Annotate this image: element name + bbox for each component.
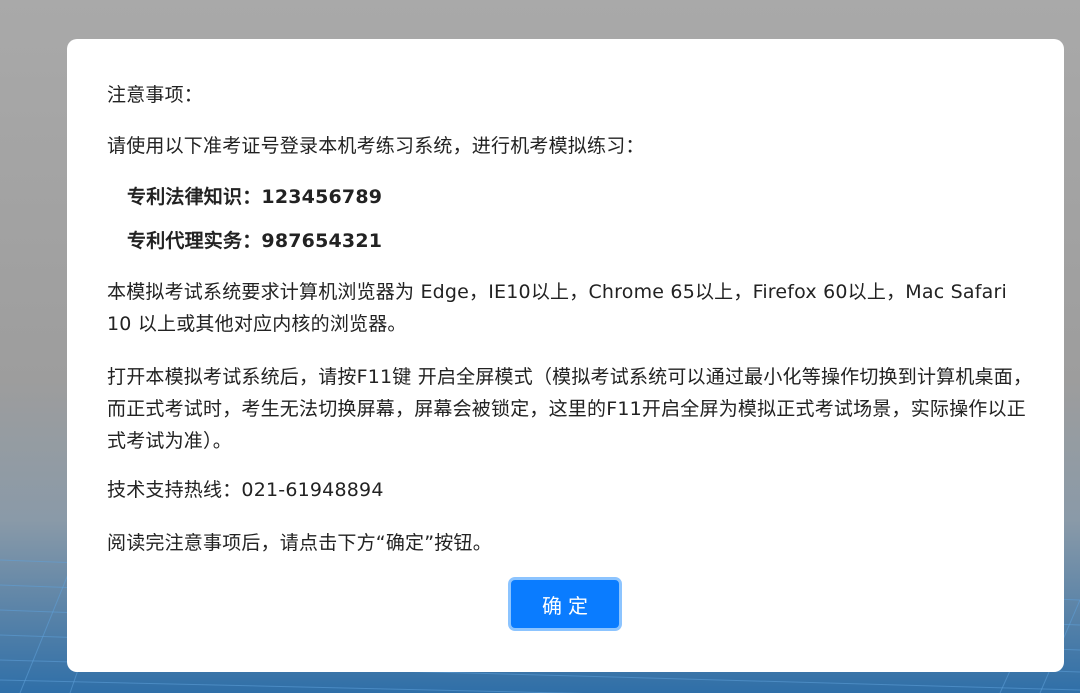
account-patent-practice: 专利代理实务：987654321 xyxy=(127,225,382,257)
account-number: 987654321 xyxy=(261,230,383,252)
account-patent-law: 专利法律知识：123456789 xyxy=(127,181,382,213)
browser-requirement: 本模拟考试系统要求计算机浏览器为 Edge，IE10以上，Chrome 65以上… xyxy=(107,281,1007,335)
notice-dialog: 注意事项： 请使用以下准考证号登录本机考练习系统，进行机考模拟练习： 专利法律知… xyxy=(67,39,1064,672)
notice-intro: 请使用以下准考证号登录本机考练习系统，进行机考模拟练习： xyxy=(107,135,645,157)
account-number: 123456789 xyxy=(261,186,383,208)
notice-title: 注意事项： xyxy=(107,84,204,106)
confirm-button[interactable]: 确定 xyxy=(508,577,622,631)
account-label: 专利代理实务： xyxy=(127,230,262,252)
read-instruction: 阅读完注意事项后，请点击下方“确定”按钮。 xyxy=(107,532,492,554)
fullscreen-note: 打开本模拟考试系统后，请按F11键 开启全屏模式（模拟考试系统可以通过最小化等操… xyxy=(107,366,1033,452)
account-label: 专利法律知识： xyxy=(127,186,262,208)
support-hotline: 技术支持热线：021-61948894 xyxy=(107,479,384,501)
